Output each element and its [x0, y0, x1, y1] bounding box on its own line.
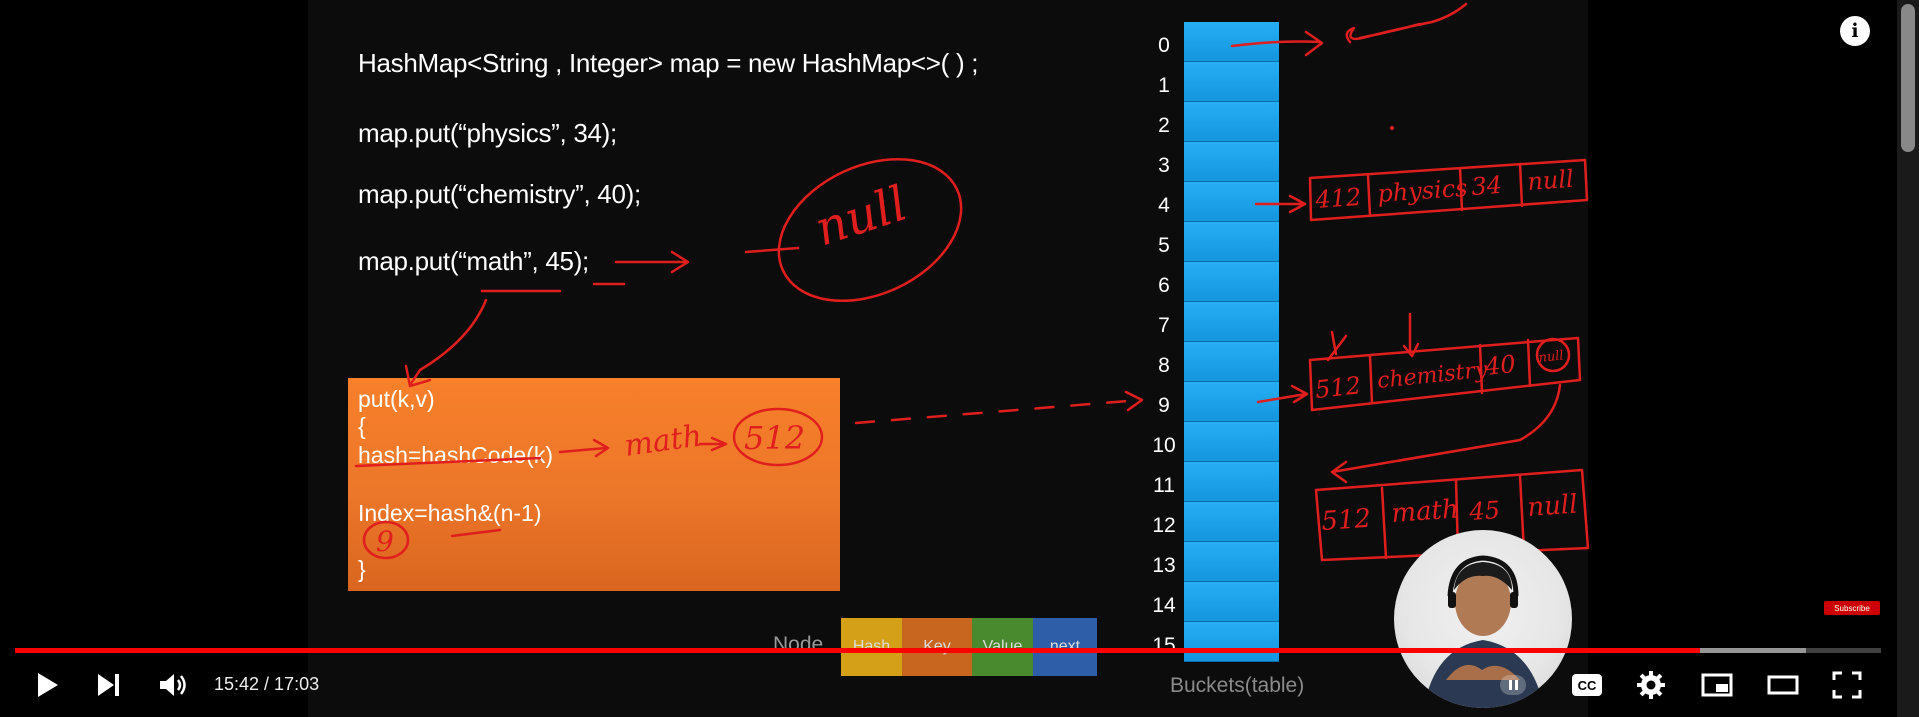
bucket-cell	[1184, 22, 1279, 62]
bucket-cell	[1184, 222, 1279, 262]
bucket-cell	[1184, 582, 1279, 622]
next-icon	[98, 674, 119, 696]
volume-button[interactable]	[152, 664, 194, 706]
bucket-index-label: 2	[1158, 114, 1170, 137]
code-line-declaration: HashMap<String , Integer> map = new Hash…	[358, 48, 979, 78]
settings-icon	[1637, 671, 1665, 699]
pause-icon	[1500, 675, 1526, 695]
bucket-index-label: 13	[1152, 554, 1176, 577]
bucket-cell	[1184, 462, 1279, 502]
play-button[interactable]	[26, 664, 68, 706]
presenter-figure	[1424, 555, 1544, 708]
progress-bar[interactable]	[15, 648, 1881, 653]
node-field-value: Value	[972, 618, 1033, 676]
put-signature: put(k,v)	[358, 386, 435, 412]
buckets-caption: Buckets(table)	[1170, 674, 1305, 697]
bucket-cell	[1184, 182, 1279, 222]
code-line-put-chemistry: map.put(“chemistry”, 40);	[358, 179, 641, 209]
svg-text:CC: CC	[1578, 678, 1597, 693]
bucket-index-label: 15	[1152, 634, 1176, 657]
bucket-cell	[1184, 542, 1279, 582]
theater-icon	[1767, 675, 1799, 695]
bucket-index-label: 11	[1153, 474, 1175, 497]
subscribe-watermark[interactable]: Subscribe	[1824, 601, 1880, 615]
play-icon	[38, 673, 58, 697]
put-close-brace: }	[358, 556, 366, 582]
bucket-table	[1184, 22, 1279, 662]
bucket-cell	[1184, 382, 1279, 422]
bucket-index-label: 14	[1152, 594, 1176, 617]
bucket-cell	[1184, 102, 1279, 142]
bucket-cell	[1184, 62, 1279, 102]
bucket-cell	[1184, 342, 1279, 382]
pause-indicator[interactable]	[1492, 664, 1534, 706]
presenter-webcam	[1394, 530, 1572, 708]
settings-button[interactable]	[1630, 664, 1672, 706]
code-line-put-math: map.put(“math”, 45);	[358, 246, 589, 276]
fullscreen-icon	[1832, 671, 1862, 699]
bucket-index-label: 12	[1152, 514, 1176, 537]
node-caption: Node	[773, 633, 824, 656]
bucket-index-label: 4	[1158, 194, 1170, 217]
info-icon[interactable]: i	[1840, 16, 1870, 46]
time-display: 15:42 / 17:03	[214, 674, 320, 694]
code-line-put-physics: map.put(“physics”, 34);	[358, 118, 617, 148]
volume-icon	[160, 674, 186, 696]
node-field-hash: Hash	[841, 618, 902, 676]
next-button[interactable]	[88, 664, 130, 706]
progress-played	[15, 648, 1700, 653]
bucket-index-label: 3	[1158, 154, 1170, 177]
bucket-cell	[1184, 142, 1279, 182]
bucket-index-label: 10	[1152, 434, 1176, 457]
bucket-cell	[1184, 622, 1279, 662]
put-index-line: Index=hash&(n-1)	[358, 500, 542, 526]
video-player[interactable]: HashMap<String , Integer> map = new Hash…	[0, 0, 1919, 717]
put-open-brace: {	[358, 413, 366, 439]
bucket-cell	[1184, 422, 1279, 462]
bucket-index-label: 6	[1158, 274, 1170, 297]
node-field-key: Key	[902, 618, 972, 676]
page-scrollbar[interactable]	[1897, 0, 1919, 717]
bucket-index-label: 5	[1158, 234, 1170, 257]
bucket-index-label: 0	[1158, 34, 1170, 57]
theater-mode-button[interactable]	[1762, 664, 1804, 706]
captions-button[interactable]: CC	[1566, 664, 1608, 706]
scrollbar-thumb[interactable]	[1901, 4, 1915, 152]
fullscreen-button[interactable]	[1826, 664, 1868, 706]
bucket-index-label: 9	[1158, 394, 1170, 417]
bucket-cell	[1184, 502, 1279, 542]
node-field-next: next	[1033, 618, 1097, 676]
bucket-cell	[1184, 262, 1279, 302]
bucket-index-label: 1	[1158, 74, 1170, 97]
put-method-box: put(k,v) { hash=hashCode(k) Index=hash&(…	[348, 378, 840, 591]
miniplayer-button[interactable]	[1696, 664, 1738, 706]
bucket-index-label: 8	[1158, 354, 1170, 377]
miniplayer-icon	[1701, 673, 1733, 697]
bucket-cell	[1184, 302, 1279, 342]
put-hash-line: hash=hashCode(k)	[358, 442, 553, 468]
bucket-index-label: 7	[1158, 314, 1170, 337]
captions-icon: CC	[1572, 674, 1602, 696]
